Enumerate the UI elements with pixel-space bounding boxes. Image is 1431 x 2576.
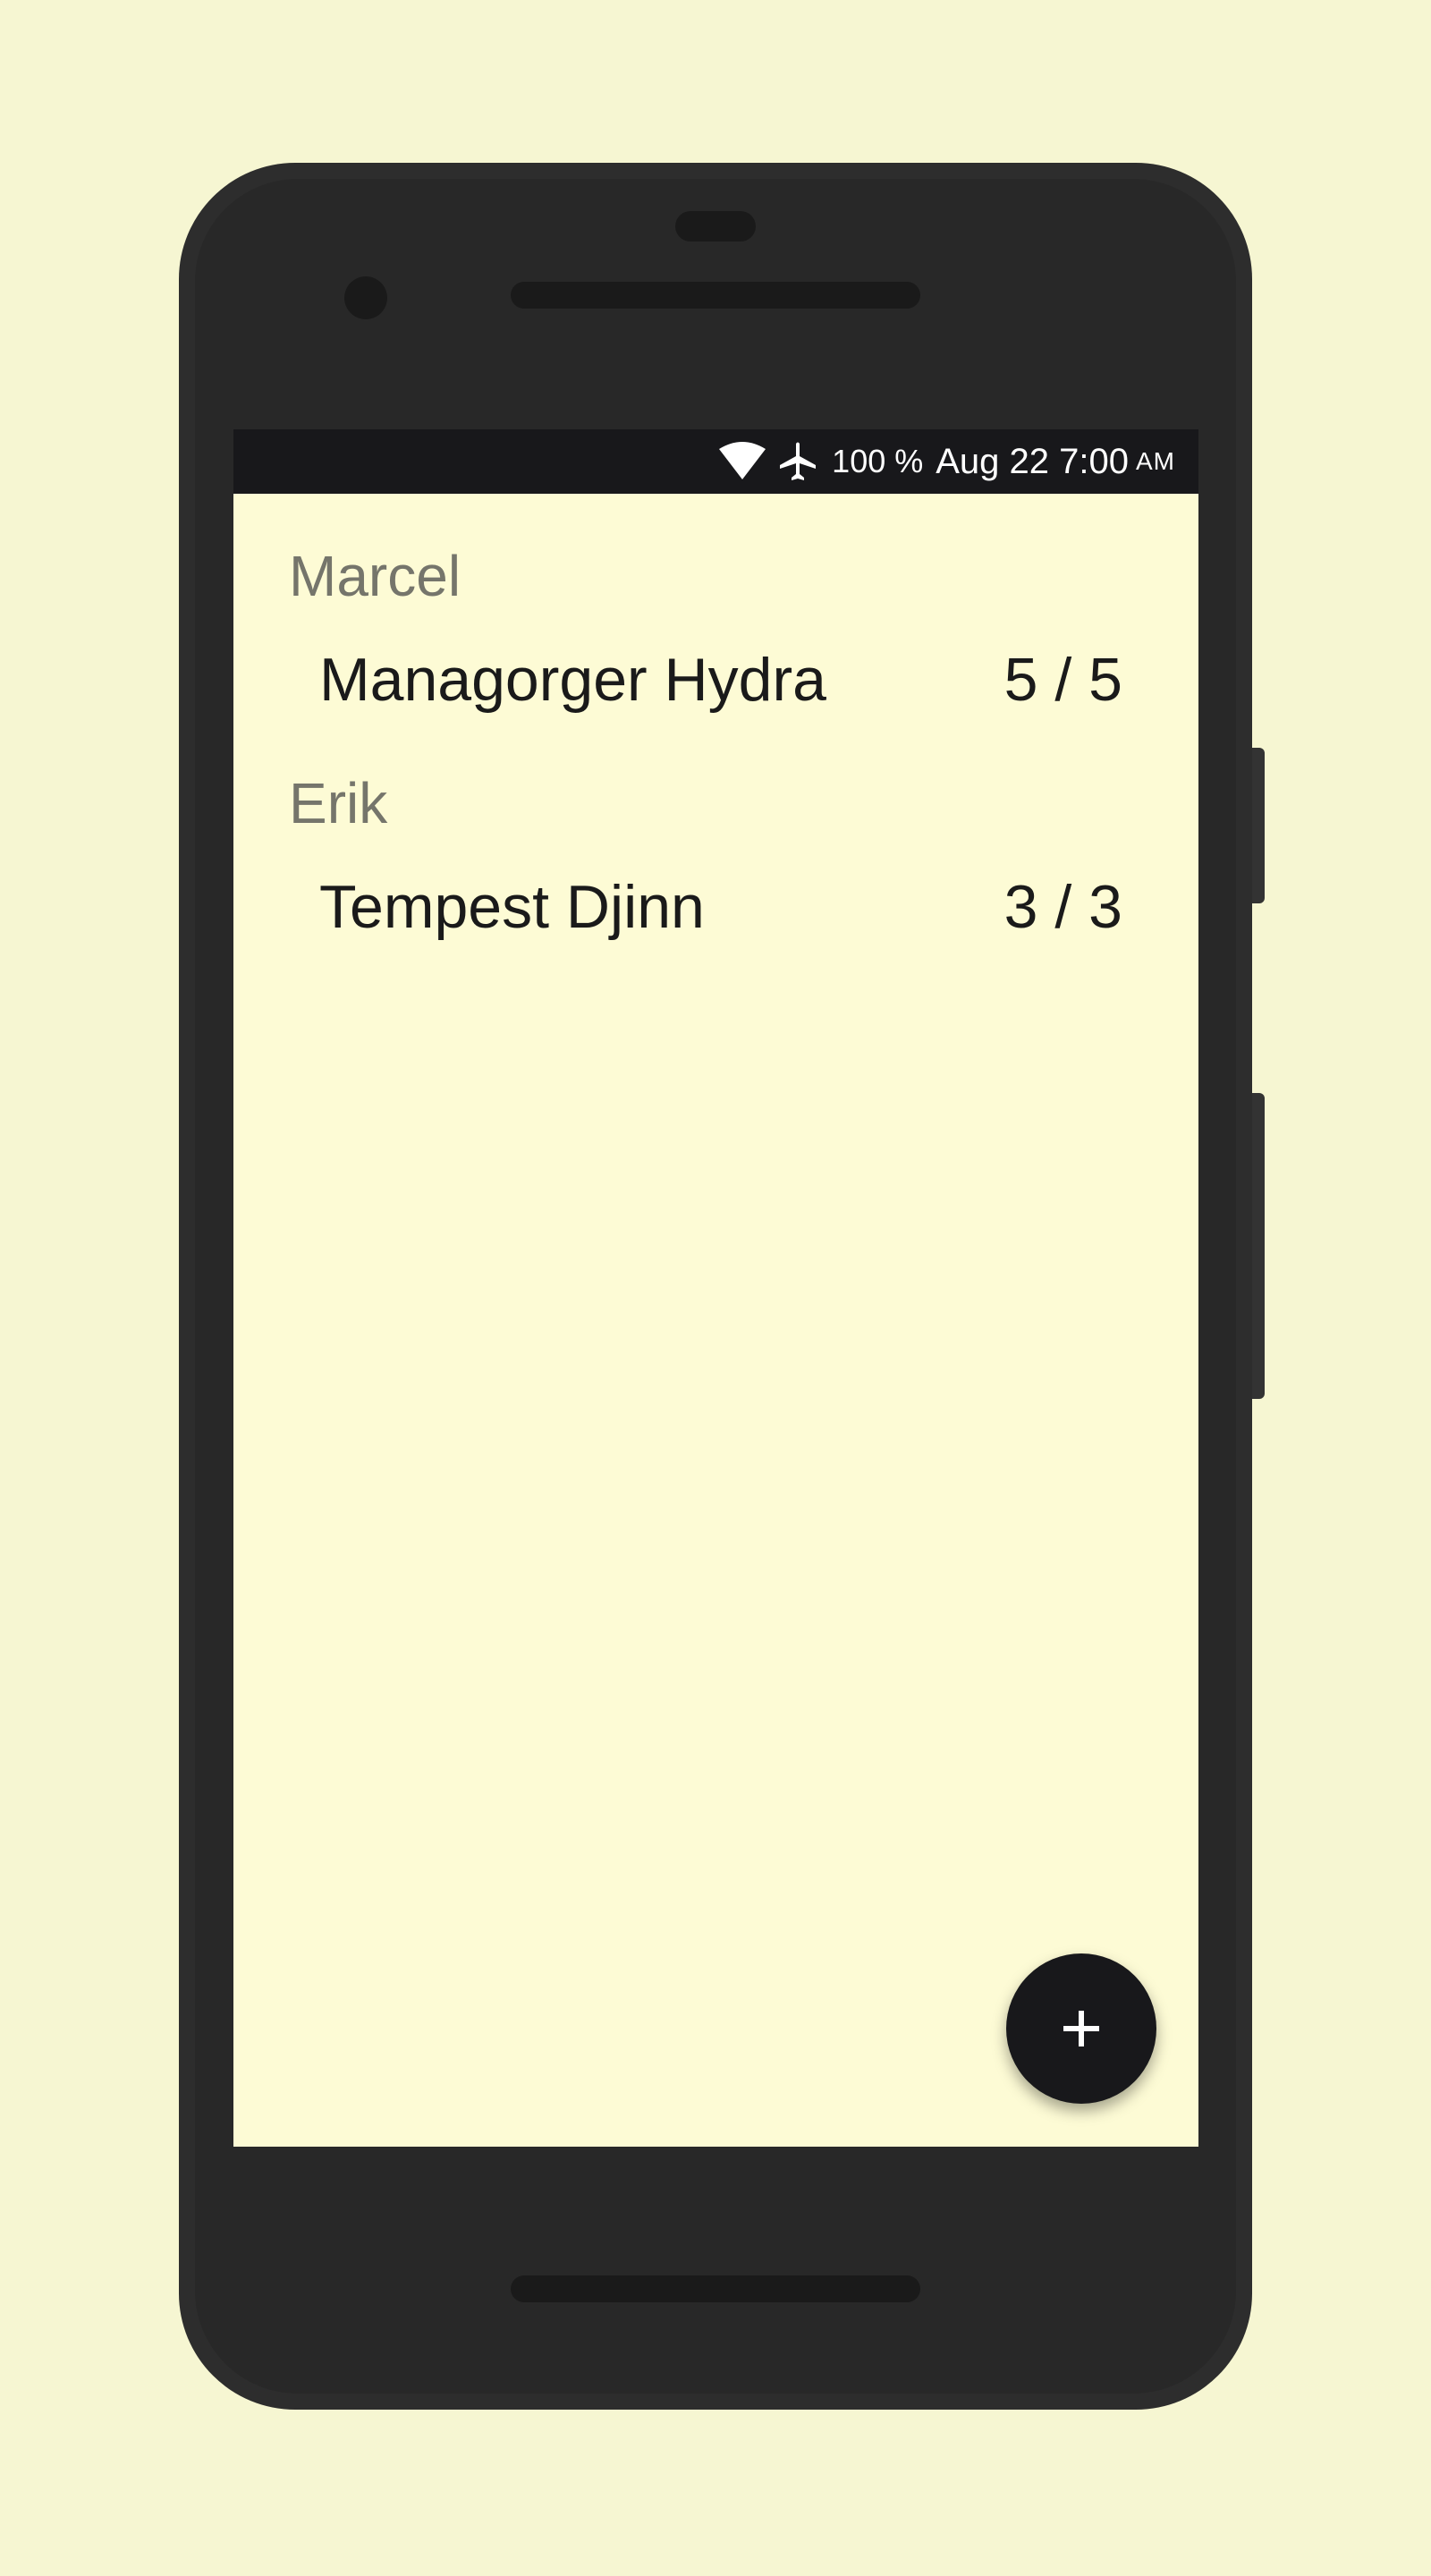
group-header-marcel: Marcel bbox=[289, 544, 461, 608]
bottom-speaker bbox=[511, 2275, 920, 2302]
proximity-sensor bbox=[675, 211, 756, 242]
wifi-icon bbox=[719, 442, 766, 479]
add-button[interactable] bbox=[1006, 1953, 1156, 2104]
power-button bbox=[1252, 748, 1265, 903]
volume-button bbox=[1252, 1093, 1265, 1399]
list-item[interactable]: Managorger Hydra 5 / 5 bbox=[319, 644, 1124, 716]
list-item[interactable]: Tempest Djinn 3 / 3 bbox=[319, 871, 1124, 943]
plus-icon bbox=[1063, 2011, 1099, 2046]
app-screen: 100 % Aug 22 7:00 AM Marcel Managorger H… bbox=[233, 429, 1198, 2147]
battery-level: 100 % bbox=[832, 443, 924, 479]
airplane-icon bbox=[780, 442, 817, 480]
card-name: Tempest Djinn bbox=[319, 873, 705, 941]
status-datetime: Aug 22 7:00 bbox=[936, 441, 1129, 481]
card-score: 3 / 3 bbox=[1003, 873, 1122, 941]
card-name: Managorger Hydra bbox=[319, 646, 826, 714]
earpiece-speaker bbox=[511, 282, 920, 309]
front-camera bbox=[344, 276, 387, 319]
card-score: 5 / 5 bbox=[1003, 646, 1122, 714]
status-bar: 100 % Aug 22 7:00 AM bbox=[233, 429, 1198, 494]
group-header-erik: Erik bbox=[289, 771, 388, 835]
status-ampm: AM bbox=[1136, 447, 1175, 475]
